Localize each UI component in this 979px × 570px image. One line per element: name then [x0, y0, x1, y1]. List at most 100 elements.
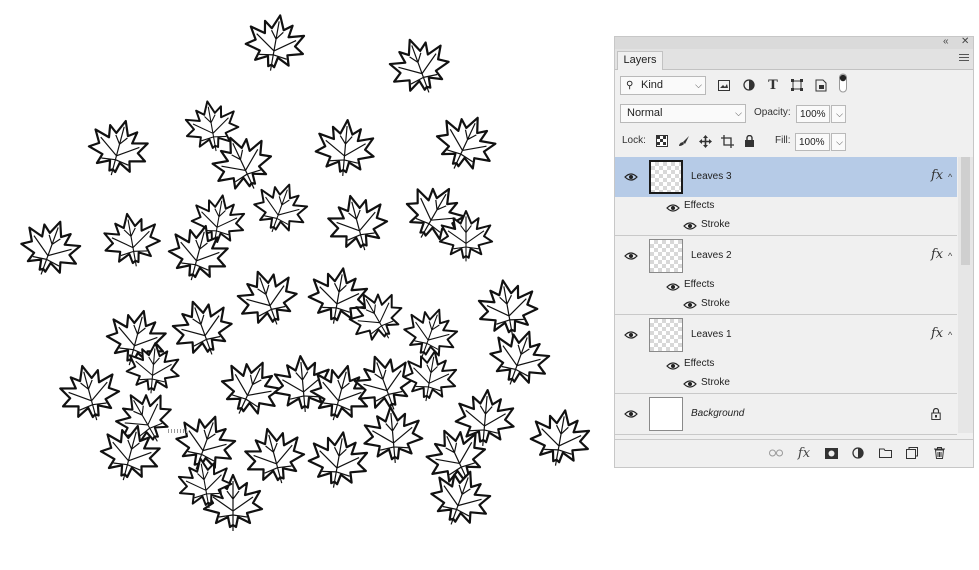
lock-all-icon[interactable] [741, 133, 757, 149]
layer-row-background[interactable]: Background [615, 394, 957, 435]
maple-leaf [360, 403, 426, 467]
new-group-icon[interactable] [877, 445, 893, 461]
effects-label[interactable]: Effects [684, 355, 714, 373]
collapse-icon[interactable]: « [943, 36, 949, 48]
lock-label: Lock: [622, 135, 646, 146]
search-icon: ⚲ [626, 80, 634, 91]
lock-artboard-icon[interactable] [719, 133, 735, 149]
tab-bar: Layers [615, 49, 973, 70]
stroke-effect-label[interactable]: Stroke [701, 216, 730, 234]
fill-dropdown[interactable]: ⌵ [831, 133, 846, 151]
filter-kind-select[interactable]: ⚲ Kind ⌵ [620, 76, 706, 95]
maple-leaf [229, 260, 306, 336]
filter-kind-label: Kind [641, 79, 664, 91]
stroke-effect-label[interactable]: Stroke [701, 295, 730, 313]
image-filter-icon[interactable] [716, 77, 732, 93]
panel-resize-grip[interactable] [168, 429, 188, 433]
blend-mode-value: Normal [627, 107, 663, 119]
maple-leaf [12, 210, 89, 286]
maple-leaf [346, 345, 423, 421]
link-layers-icon[interactable] [768, 445, 784, 461]
effects-visibility-eye-icon[interactable] [666, 282, 680, 292]
fx-icon[interactable]: fx [931, 315, 943, 353]
maple-leaf [82, 112, 155, 184]
fx-icon[interactable]: fx [931, 157, 943, 195]
panel-footer: fx [615, 439, 973, 466]
add-style-icon[interactable]: fx [796, 445, 812, 461]
visibility-eye-icon[interactable] [624, 251, 638, 261]
delete-layer-icon[interactable] [931, 445, 947, 461]
effects-visibility-eye-icon[interactable] [666, 203, 680, 213]
tab-layers[interactable]: Layers [617, 51, 663, 70]
chevron-up-icon[interactable]: ^ [948, 236, 952, 276]
panel-menu-icon[interactable] [959, 54, 969, 63]
effects-label[interactable]: Effects [684, 276, 714, 294]
layer-row-leaves-1[interactable]: Leaves 1 fx ^ Effects Stroke [615, 315, 957, 394]
chevron-up-icon[interactable]: ^ [948, 157, 952, 197]
maple-leaf [481, 320, 558, 396]
add-mask-icon[interactable] [823, 445, 839, 461]
shape-filter-icon[interactable] [789, 77, 805, 93]
maple-leaf [399, 345, 462, 407]
fill-field[interactable]: 100% [795, 133, 830, 151]
type-filter-icon[interactable]: T [765, 77, 781, 93]
maple-leaves-group [12, 9, 595, 536]
stroke-visibility-eye-icon[interactable] [683, 300, 697, 310]
maple-leaf [303, 426, 373, 494]
layers-list: Leaves 3 fx ^ Effects Stroke Leaves 2 fx… [615, 157, 957, 435]
effects-label[interactable]: Effects [684, 197, 714, 215]
chevron-down-icon: ⌵ [695, 80, 702, 90]
maple-leaf [321, 187, 394, 259]
opacity-field[interactable]: 100% [796, 105, 830, 123]
layers-panel: « ✕ Layers ⚲ Kind ⌵ T Normal ⌵ Opacity: … [614, 36, 974, 468]
fill-label: Fill: [775, 135, 791, 146]
maple-leaf [525, 404, 595, 472]
visibility-eye-icon[interactable] [624, 409, 638, 419]
chevron-down-icon: ⌵ [735, 108, 742, 118]
layer-name[interactable]: Leaves 2 [691, 236, 732, 276]
layers-scrollbar[interactable] [958, 157, 973, 433]
new-adjustment-icon[interactable] [850, 445, 866, 461]
lock-position-icon[interactable] [697, 133, 713, 149]
visibility-eye-icon[interactable] [624, 172, 638, 182]
lock-image-pixels-icon[interactable] [676, 133, 692, 149]
stroke-visibility-eye-icon[interactable] [683, 221, 697, 231]
layer-row-leaves-3[interactable]: Leaves 3 fx ^ Effects Stroke [615, 157, 957, 236]
filter-toggle-icon[interactable] [835, 73, 851, 95]
opacity-label: Opacity: [754, 107, 791, 118]
maple-leaf [246, 174, 315, 242]
lock-icon [931, 408, 941, 420]
maple-leaf [312, 116, 378, 180]
opacity-dropdown[interactable]: ⌵ [831, 105, 846, 123]
scrollbar-thumb[interactable] [961, 157, 970, 265]
blend-mode-select[interactable]: Normal ⌵ [620, 104, 746, 123]
adjustment-filter-icon[interactable] [741, 77, 757, 93]
smart-object-filter-icon[interactable] [813, 77, 829, 93]
new-layer-icon[interactable] [904, 445, 920, 461]
chevron-up-icon[interactable]: ^ [948, 315, 952, 355]
layer-thumbnail [649, 160, 683, 194]
canvas-artwork[interactable] [0, 0, 610, 570]
lock-transparent-pixels-icon[interactable] [654, 133, 670, 149]
layer-thumbnail [649, 239, 683, 273]
maple-leaf [164, 290, 241, 366]
visibility-eye-icon[interactable] [624, 330, 638, 340]
close-icon[interactable]: ✕ [961, 36, 969, 48]
maple-leaf [381, 28, 458, 104]
effects-visibility-eye-icon[interactable] [666, 361, 680, 371]
layer-thumbnail [649, 397, 683, 431]
maple-leaf [473, 274, 543, 342]
maple-leaf [98, 208, 165, 273]
maple-leaf [53, 357, 126, 429]
stroke-visibility-eye-icon[interactable] [683, 379, 697, 389]
maple-leaf [426, 104, 506, 182]
maple-leaf [240, 9, 310, 77]
maple-leaf [211, 349, 291, 427]
layer-name[interactable]: Leaves 1 [691, 315, 732, 355]
stroke-effect-label[interactable]: Stroke [701, 374, 730, 392]
layer-name[interactable]: Background [691, 394, 744, 434]
layer-row-leaves-2[interactable]: Leaves 2 fx ^ Effects Stroke [615, 236, 957, 315]
layer-name[interactable]: Leaves 3 [691, 157, 732, 197]
fx-icon[interactable]: fx [931, 236, 943, 274]
maple-leaf [238, 420, 311, 492]
